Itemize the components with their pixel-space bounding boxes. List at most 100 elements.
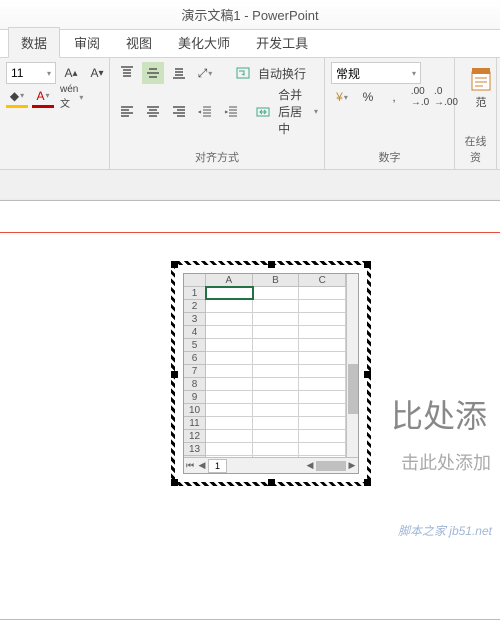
template-button[interactable]: 范 xyxy=(461,62,500,114)
col-header[interactable]: B xyxy=(253,274,300,286)
sheet-nav-first[interactable]: ⏮ xyxy=(184,460,196,471)
percent-button[interactable]: % xyxy=(357,86,379,108)
row-header[interactable]: 5 xyxy=(184,339,205,352)
row-header[interactable]: 10 xyxy=(184,404,205,417)
select-all-corner[interactable] xyxy=(184,274,205,287)
decrease-font-button[interactable]: A▾ xyxy=(86,62,108,84)
sheet-tab[interactable]: 1 xyxy=(208,459,227,473)
phonetic-button[interactable]: wén文▾ xyxy=(58,86,85,108)
vertical-scrollbar[interactable] xyxy=(346,274,358,457)
col-header[interactable]: A xyxy=(206,274,253,286)
tab-view[interactable]: 视图 xyxy=(114,28,164,57)
row-header[interactable]: 13 xyxy=(184,443,205,456)
increase-indent-button[interactable] xyxy=(220,101,242,123)
number-format-combo[interactable]: 常规▾ xyxy=(331,62,421,84)
resize-handle[interactable] xyxy=(171,371,178,378)
merge-center-button[interactable] xyxy=(252,101,274,123)
cell[interactable] xyxy=(253,352,300,364)
align-bottom-button[interactable] xyxy=(168,62,190,84)
cell[interactable] xyxy=(299,391,346,403)
align-middle-button[interactable] xyxy=(142,62,164,84)
col-header[interactable]: C xyxy=(299,274,346,286)
align-left-button[interactable] xyxy=(116,101,138,123)
row-header[interactable]: 8 xyxy=(184,378,205,391)
cell[interactable] xyxy=(299,404,346,416)
cell[interactable] xyxy=(206,430,253,442)
cell[interactable] xyxy=(206,300,253,312)
wrap-text-button[interactable] xyxy=(232,62,254,84)
cell[interactable] xyxy=(253,391,300,403)
orientation-button[interactable]: ⤢▾ xyxy=(194,62,216,84)
tab-developer[interactable]: 开发工具 xyxy=(244,28,320,57)
cell[interactable] xyxy=(299,430,346,442)
cell[interactable] xyxy=(253,417,300,429)
hscroll-thumb[interactable] xyxy=(316,461,346,471)
resize-handle[interactable] xyxy=(268,479,275,486)
increase-decimal-button[interactable]: .00→.0 xyxy=(409,86,431,108)
cell[interactable] xyxy=(206,443,253,455)
cell[interactable] xyxy=(253,339,300,351)
row-header[interactable]: 7 xyxy=(184,365,205,378)
cell-a1[interactable] xyxy=(206,287,253,299)
cell[interactable] xyxy=(206,391,253,403)
decrease-decimal-button[interactable]: .0→.00 xyxy=(435,86,457,108)
cell[interactable] xyxy=(299,313,346,325)
hscroll-left[interactable]: ◀ xyxy=(304,460,316,471)
row-header[interactable]: 3 xyxy=(184,313,205,326)
title-placeholder[interactable]: 比处添 xyxy=(391,391,487,437)
row-header[interactable]: 9 xyxy=(184,391,205,404)
cell[interactable] xyxy=(253,313,300,325)
cell-grid[interactable] xyxy=(206,287,346,457)
resize-handle[interactable] xyxy=(171,479,178,486)
cell[interactable] xyxy=(253,300,300,312)
cell[interactable] xyxy=(299,300,346,312)
subtitle-placeholder[interactable]: 击此处添加 xyxy=(401,449,491,475)
scroll-thumb[interactable] xyxy=(348,364,358,414)
hscroll-right[interactable]: ▶ xyxy=(346,460,358,471)
resize-handle[interactable] xyxy=(171,261,178,268)
tab-review[interactable]: 审阅 xyxy=(62,28,112,57)
merge-dropdown-icon[interactable]: ▾ xyxy=(314,107,318,116)
resize-handle[interactable] xyxy=(364,371,371,378)
embedded-excel-object[interactable]: 1 2 3 4 5 6 7 8 9 10 11 12 13 14 xyxy=(171,261,371,486)
align-top-button[interactable] xyxy=(116,62,138,84)
cell[interactable] xyxy=(299,352,346,364)
comma-button[interactable]: , xyxy=(383,86,405,108)
font-size-combo[interactable]: 11▾ xyxy=(6,62,56,84)
cell[interactable] xyxy=(299,417,346,429)
row-header[interactable]: 11 xyxy=(184,417,205,430)
row-header[interactable]: 2 xyxy=(184,300,205,313)
resize-handle[interactable] xyxy=(364,479,371,486)
increase-font-button[interactable]: A▴ xyxy=(60,62,82,84)
cell[interactable] xyxy=(206,313,253,325)
fill-color-button[interactable]: ◆▾ xyxy=(6,86,28,108)
align-right-button[interactable] xyxy=(168,101,190,123)
cell[interactable] xyxy=(206,378,253,390)
cell[interactable] xyxy=(253,378,300,390)
cell[interactable] xyxy=(206,352,253,364)
cell[interactable] xyxy=(253,404,300,416)
cell[interactable] xyxy=(299,443,346,455)
cell[interactable] xyxy=(299,287,346,299)
cell[interactable] xyxy=(299,339,346,351)
cell[interactable] xyxy=(299,365,346,377)
cell[interactable] xyxy=(253,326,300,338)
sheet-nav-prev[interactable]: ◀ xyxy=(196,460,208,471)
cell[interactable] xyxy=(206,339,253,351)
slide[interactable]: 比处添 击此处添加 1 2 3 4 5 6 xyxy=(0,200,500,620)
tab-beautify[interactable]: 美化大师 xyxy=(166,28,242,57)
row-header[interactable]: 1 xyxy=(184,287,205,300)
cell[interactable] xyxy=(253,443,300,455)
cell[interactable] xyxy=(253,365,300,377)
cell[interactable] xyxy=(253,430,300,442)
align-center-button[interactable] xyxy=(142,101,164,123)
resize-handle[interactable] xyxy=(364,261,371,268)
decrease-indent-button[interactable] xyxy=(194,101,216,123)
row-header[interactable]: 6 xyxy=(184,352,205,365)
accounting-format-button[interactable]: ¥▾ xyxy=(331,86,353,108)
resize-handle[interactable] xyxy=(268,261,275,268)
cell[interactable] xyxy=(299,326,346,338)
cell[interactable] xyxy=(299,378,346,390)
row-header[interactable]: 12 xyxy=(184,430,205,443)
cell[interactable] xyxy=(206,404,253,416)
